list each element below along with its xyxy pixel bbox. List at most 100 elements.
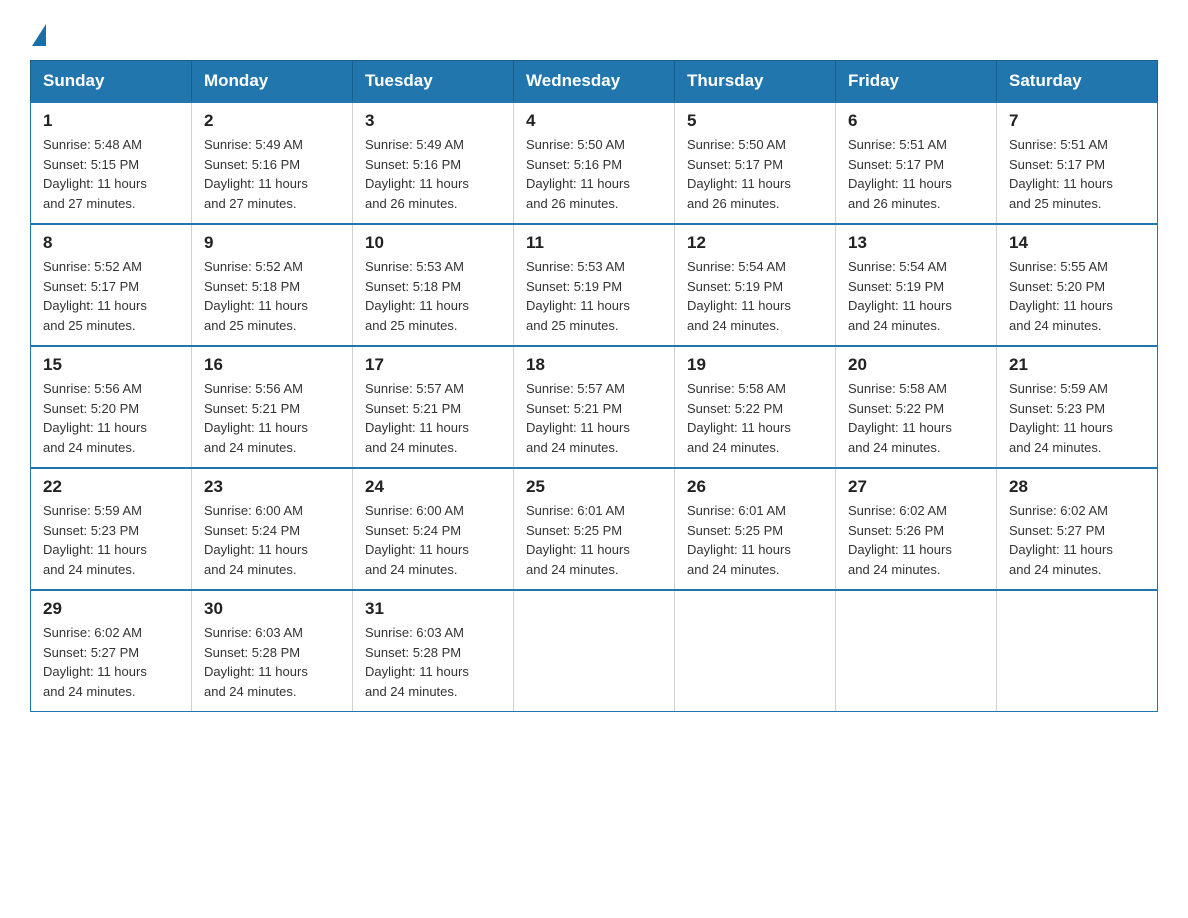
day-number: 10 [365,233,503,253]
calendar-cell: 5 Sunrise: 5:50 AM Sunset: 5:17 PM Dayli… [675,102,836,224]
day-number: 30 [204,599,342,619]
calendar-cell: 14 Sunrise: 5:55 AM Sunset: 5:20 PM Dayl… [997,224,1158,346]
day-info: Sunrise: 5:56 AM Sunset: 5:20 PM Dayligh… [43,379,181,457]
day-number: 9 [204,233,342,253]
day-info: Sunrise: 5:59 AM Sunset: 5:23 PM Dayligh… [43,501,181,579]
day-info: Sunrise: 5:52 AM Sunset: 5:17 PM Dayligh… [43,257,181,335]
day-info: Sunrise: 5:49 AM Sunset: 5:16 PM Dayligh… [204,135,342,213]
calendar-week-row: 8 Sunrise: 5:52 AM Sunset: 5:17 PM Dayli… [31,224,1158,346]
col-header-wednesday: Wednesday [514,61,675,103]
day-number: 13 [848,233,986,253]
calendar-cell: 18 Sunrise: 5:57 AM Sunset: 5:21 PM Dayl… [514,346,675,468]
day-number: 2 [204,111,342,131]
calendar-week-row: 1 Sunrise: 5:48 AM Sunset: 5:15 PM Dayli… [31,102,1158,224]
day-info: Sunrise: 5:51 AM Sunset: 5:17 PM Dayligh… [848,135,986,213]
day-info: Sunrise: 6:00 AM Sunset: 5:24 PM Dayligh… [204,501,342,579]
calendar-cell: 29 Sunrise: 6:02 AM Sunset: 5:27 PM Dayl… [31,590,192,712]
day-number: 25 [526,477,664,497]
calendar-table: SundayMondayTuesdayWednesdayThursdayFrid… [30,60,1158,712]
calendar-cell [836,590,997,712]
calendar-week-row: 15 Sunrise: 5:56 AM Sunset: 5:20 PM Dayl… [31,346,1158,468]
day-info: Sunrise: 5:56 AM Sunset: 5:21 PM Dayligh… [204,379,342,457]
day-number: 17 [365,355,503,375]
calendar-cell: 12 Sunrise: 5:54 AM Sunset: 5:19 PM Dayl… [675,224,836,346]
calendar-cell: 22 Sunrise: 5:59 AM Sunset: 5:23 PM Dayl… [31,468,192,590]
calendar-cell: 31 Sunrise: 6:03 AM Sunset: 5:28 PM Dayl… [353,590,514,712]
day-info: Sunrise: 5:54 AM Sunset: 5:19 PM Dayligh… [848,257,986,335]
day-info: Sunrise: 5:58 AM Sunset: 5:22 PM Dayligh… [687,379,825,457]
calendar-cell: 15 Sunrise: 5:56 AM Sunset: 5:20 PM Dayl… [31,346,192,468]
calendar-cell: 8 Sunrise: 5:52 AM Sunset: 5:17 PM Dayli… [31,224,192,346]
day-number: 7 [1009,111,1147,131]
day-info: Sunrise: 5:50 AM Sunset: 5:16 PM Dayligh… [526,135,664,213]
day-number: 8 [43,233,181,253]
day-number: 11 [526,233,664,253]
day-info: Sunrise: 6:00 AM Sunset: 5:24 PM Dayligh… [365,501,503,579]
day-number: 19 [687,355,825,375]
calendar-cell: 4 Sunrise: 5:50 AM Sunset: 5:16 PM Dayli… [514,102,675,224]
day-info: Sunrise: 5:53 AM Sunset: 5:18 PM Dayligh… [365,257,503,335]
calendar-cell: 9 Sunrise: 5:52 AM Sunset: 5:18 PM Dayli… [192,224,353,346]
day-number: 4 [526,111,664,131]
col-header-saturday: Saturday [997,61,1158,103]
day-info: Sunrise: 6:02 AM Sunset: 5:27 PM Dayligh… [1009,501,1147,579]
calendar-cell: 21 Sunrise: 5:59 AM Sunset: 5:23 PM Dayl… [997,346,1158,468]
calendar-cell: 3 Sunrise: 5:49 AM Sunset: 5:16 PM Dayli… [353,102,514,224]
day-info: Sunrise: 5:58 AM Sunset: 5:22 PM Dayligh… [848,379,986,457]
day-info: Sunrise: 5:51 AM Sunset: 5:17 PM Dayligh… [1009,135,1147,213]
day-info: Sunrise: 6:01 AM Sunset: 5:25 PM Dayligh… [526,501,664,579]
day-number: 6 [848,111,986,131]
calendar-cell: 6 Sunrise: 5:51 AM Sunset: 5:17 PM Dayli… [836,102,997,224]
day-number: 28 [1009,477,1147,497]
calendar-cell: 16 Sunrise: 5:56 AM Sunset: 5:21 PM Dayl… [192,346,353,468]
calendar-cell: 20 Sunrise: 5:58 AM Sunset: 5:22 PM Dayl… [836,346,997,468]
day-number: 18 [526,355,664,375]
day-number: 16 [204,355,342,375]
calendar-cell: 2 Sunrise: 5:49 AM Sunset: 5:16 PM Dayli… [192,102,353,224]
calendar-cell: 13 Sunrise: 5:54 AM Sunset: 5:19 PM Dayl… [836,224,997,346]
calendar-cell [675,590,836,712]
day-info: Sunrise: 6:02 AM Sunset: 5:27 PM Dayligh… [43,623,181,701]
day-info: Sunrise: 5:59 AM Sunset: 5:23 PM Dayligh… [1009,379,1147,457]
day-info: Sunrise: 6:02 AM Sunset: 5:26 PM Dayligh… [848,501,986,579]
calendar-cell: 28 Sunrise: 6:02 AM Sunset: 5:27 PM Dayl… [997,468,1158,590]
day-number: 22 [43,477,181,497]
day-number: 5 [687,111,825,131]
calendar-cell [997,590,1158,712]
calendar-week-row: 29 Sunrise: 6:02 AM Sunset: 5:27 PM Dayl… [31,590,1158,712]
calendar-cell: 24 Sunrise: 6:00 AM Sunset: 5:24 PM Dayl… [353,468,514,590]
day-number: 26 [687,477,825,497]
day-info: Sunrise: 5:53 AM Sunset: 5:19 PM Dayligh… [526,257,664,335]
calendar-cell: 26 Sunrise: 6:01 AM Sunset: 5:25 PM Dayl… [675,468,836,590]
day-number: 24 [365,477,503,497]
col-header-sunday: Sunday [31,61,192,103]
day-number: 20 [848,355,986,375]
day-info: Sunrise: 5:55 AM Sunset: 5:20 PM Dayligh… [1009,257,1147,335]
day-number: 31 [365,599,503,619]
logo [30,20,48,42]
calendar-cell: 17 Sunrise: 5:57 AM Sunset: 5:21 PM Dayl… [353,346,514,468]
calendar-cell: 1 Sunrise: 5:48 AM Sunset: 5:15 PM Dayli… [31,102,192,224]
day-number: 12 [687,233,825,253]
day-info: Sunrise: 5:52 AM Sunset: 5:18 PM Dayligh… [204,257,342,335]
calendar-cell: 30 Sunrise: 6:03 AM Sunset: 5:28 PM Dayl… [192,590,353,712]
day-number: 29 [43,599,181,619]
day-info: Sunrise: 5:57 AM Sunset: 5:21 PM Dayligh… [365,379,503,457]
day-info: Sunrise: 6:03 AM Sunset: 5:28 PM Dayligh… [204,623,342,701]
day-info: Sunrise: 5:49 AM Sunset: 5:16 PM Dayligh… [365,135,503,213]
day-number: 15 [43,355,181,375]
day-info: Sunrise: 5:57 AM Sunset: 5:21 PM Dayligh… [526,379,664,457]
day-number: 27 [848,477,986,497]
day-number: 14 [1009,233,1147,253]
day-info: Sunrise: 5:48 AM Sunset: 5:15 PM Dayligh… [43,135,181,213]
day-number: 1 [43,111,181,131]
calendar-cell: 27 Sunrise: 6:02 AM Sunset: 5:26 PM Dayl… [836,468,997,590]
day-info: Sunrise: 5:50 AM Sunset: 5:17 PM Dayligh… [687,135,825,213]
col-header-thursday: Thursday [675,61,836,103]
calendar-cell: 10 Sunrise: 5:53 AM Sunset: 5:18 PM Dayl… [353,224,514,346]
calendar-cell [514,590,675,712]
day-info: Sunrise: 6:03 AM Sunset: 5:28 PM Dayligh… [365,623,503,701]
col-header-monday: Monday [192,61,353,103]
col-header-friday: Friday [836,61,997,103]
logo-triangle-icon [32,24,46,46]
